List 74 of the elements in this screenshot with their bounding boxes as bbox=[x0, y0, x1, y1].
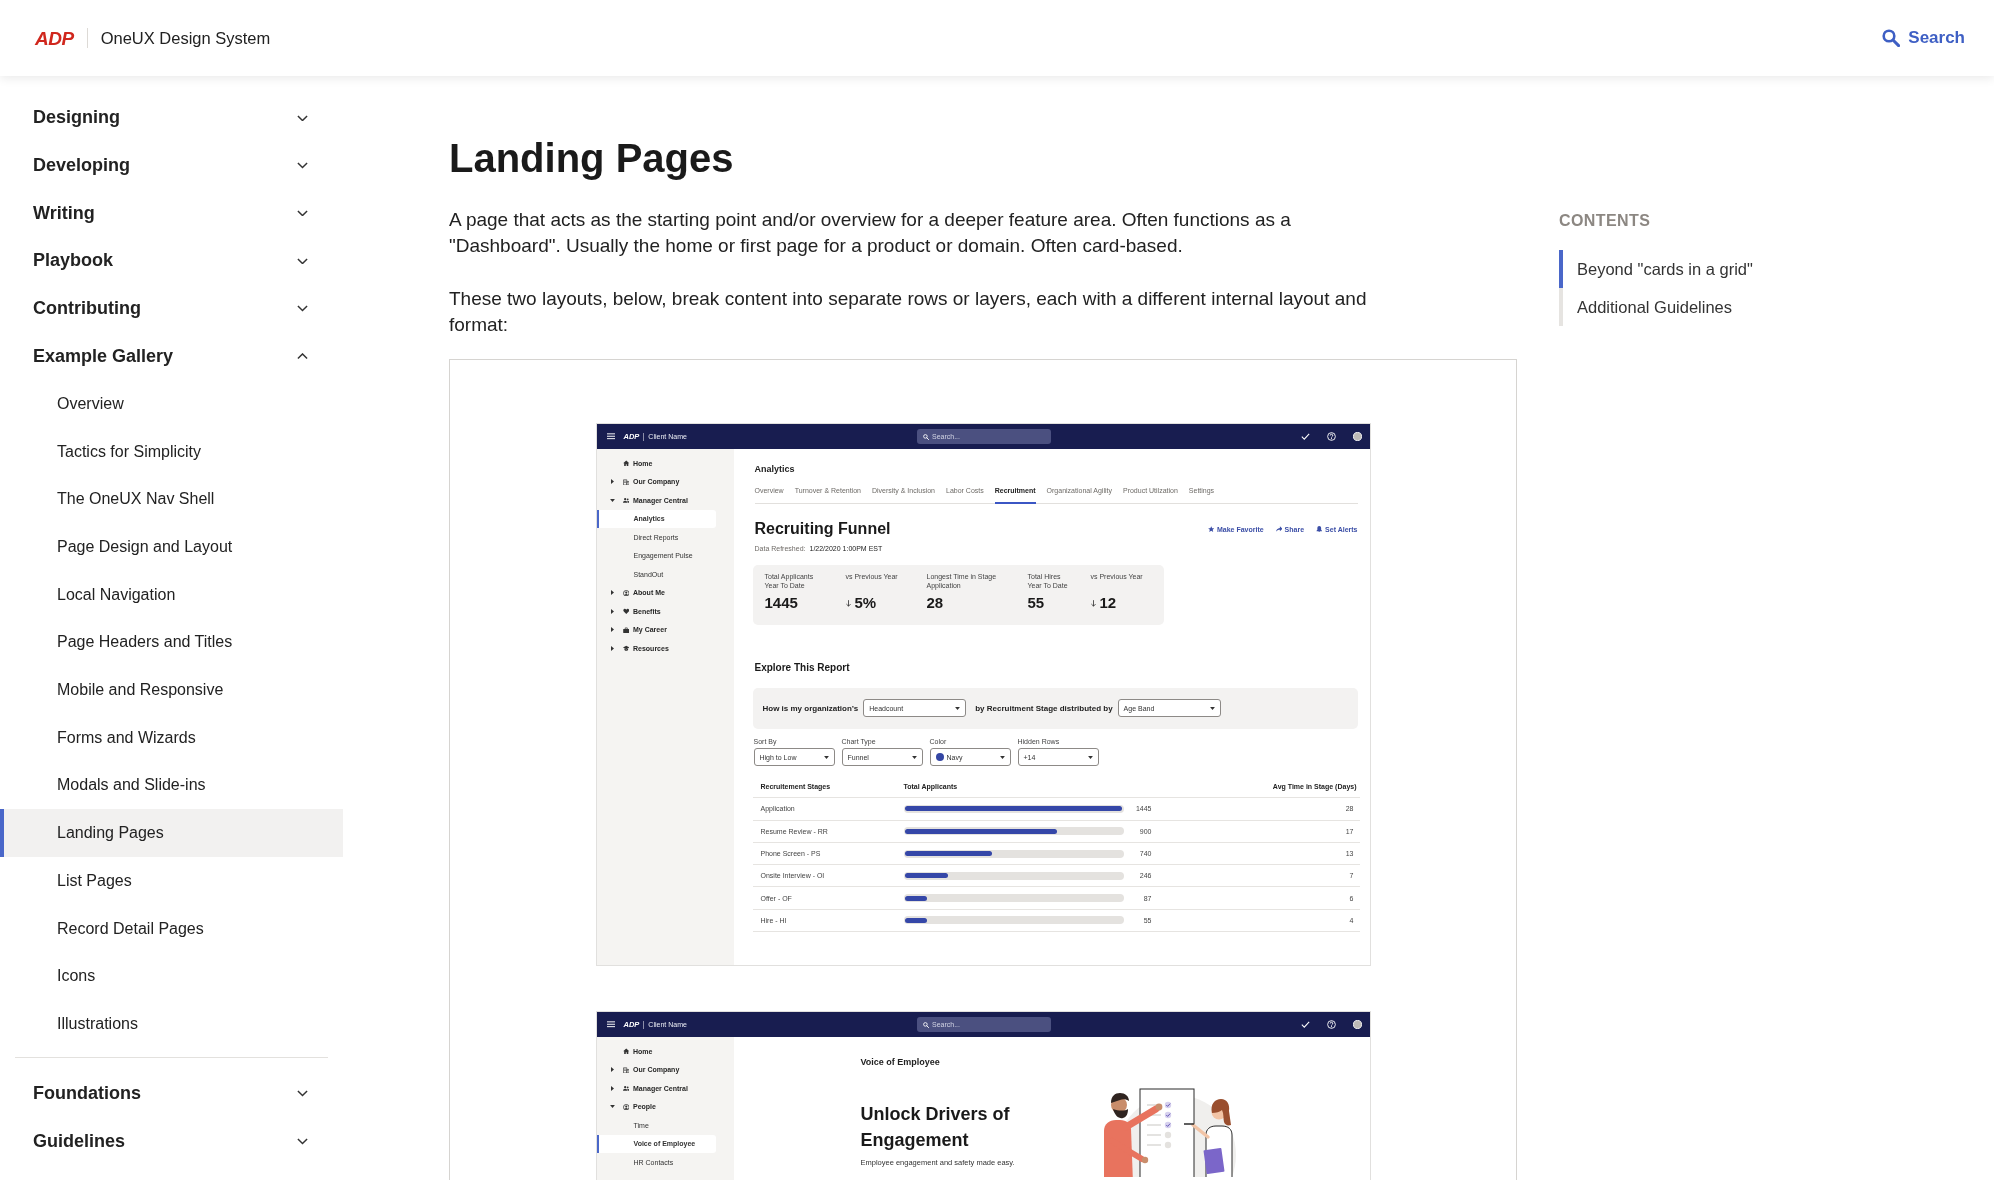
body-paragraph: A page that acts as the starting point and/or overview for a deeper feature area. Often functions as a "Dashboard". Usually the home or first page for a product or domain. Often card-based. bbox=[449, 208, 1292, 258]
question-text: by Recruitment Stage distributed by bbox=[975, 703, 1113, 713]
check-icon[interactable] bbox=[1300, 433, 1310, 440]
caret-down-icon bbox=[955, 706, 961, 710]
nav-section[interactable]: Contributing bbox=[0, 284, 343, 333]
check-icon[interactable] bbox=[1300, 1021, 1310, 1028]
nav-section[interactable]: Designing bbox=[0, 94, 343, 142]
toc-link[interactable]: Additional Guidelines bbox=[1559, 288, 1753, 326]
toc-link[interactable]: Beyond "cards in a grid" bbox=[1559, 250, 1753, 288]
report-title: Recruiting Funnel bbox=[754, 519, 891, 539]
user-circle-icon bbox=[622, 1103, 629, 1110]
kpi-value: 1445 bbox=[764, 594, 798, 612]
share-icon bbox=[1275, 525, 1283, 533]
caret-down-icon bbox=[1087, 755, 1093, 759]
kpi-value: 55 bbox=[1027, 594, 1045, 612]
briefcase-icon bbox=[622, 626, 629, 633]
heart-icon bbox=[622, 608, 629, 615]
section-title: Explore This Report bbox=[754, 661, 851, 674]
avatar-icon[interactable] bbox=[1352, 432, 1362, 441]
search-icon bbox=[1882, 29, 1901, 47]
search-button[interactable]: Search bbox=[1882, 28, 1965, 48]
nav-section[interactable]: Example Gallery bbox=[0, 332, 343, 381]
people-icon bbox=[622, 1085, 629, 1092]
caret-down-icon bbox=[999, 755, 1005, 759]
nav-item[interactable]: Page Design and Layout bbox=[0, 523, 343, 571]
kpi-value: 12 bbox=[1099, 594, 1117, 612]
house-icon bbox=[622, 1048, 629, 1055]
search-icon bbox=[923, 1021, 929, 1028]
nav-section[interactable]: Foundations bbox=[0, 1069, 343, 1118]
menu-icon[interactable] bbox=[606, 433, 615, 440]
nav-section[interactable]: Developing bbox=[0, 141, 343, 190]
site-title: OneUX Design System bbox=[100, 28, 271, 48]
menu-icon[interactable] bbox=[606, 1021, 615, 1028]
kpi-value: 5% bbox=[854, 594, 877, 612]
nav-item[interactable]: Overview bbox=[0, 380, 343, 428]
star-icon bbox=[1207, 525, 1215, 533]
help-icon[interactable] bbox=[1326, 1020, 1336, 1029]
user-circle-icon bbox=[622, 589, 629, 596]
nav-item[interactable]: Tactics for Simplicity bbox=[0, 427, 343, 476]
avatar-icon[interactable] bbox=[1352, 1020, 1362, 1029]
nav-item[interactable]: Icons bbox=[0, 952, 343, 1001]
kpi-value: 28 bbox=[926, 594, 944, 612]
nav-item[interactable]: Landing Pages bbox=[0, 809, 343, 857]
search-icon bbox=[923, 433, 929, 440]
nav-item[interactable]: Local Navigation bbox=[0, 570, 343, 619]
building-icon bbox=[622, 1066, 629, 1073]
nav-item[interactable]: Page Headers and Titles bbox=[0, 618, 343, 667]
nav-item[interactable]: List Pages bbox=[0, 857, 343, 905]
question-text: How is my organization’s bbox=[762, 703, 859, 713]
help-icon[interactable] bbox=[1326, 432, 1336, 441]
graduation-cap-icon bbox=[622, 645, 629, 652]
toc-heading: CONTENTS bbox=[1559, 211, 1652, 231]
nav-item[interactable]: Modals and Slide-ins bbox=[0, 761, 343, 810]
nav-item[interactable]: Illustrations bbox=[0, 1000, 343, 1048]
nav-section[interactable]: Playbook bbox=[0, 237, 343, 285]
app-page-title: Analytics bbox=[754, 463, 796, 475]
caret-down-icon bbox=[1209, 706, 1215, 710]
nav-item[interactable]: The OneUX Nav Shell bbox=[0, 475, 343, 524]
building-icon bbox=[622, 478, 629, 485]
nav-item[interactable]: Mobile and Responsive bbox=[0, 666, 343, 714]
bell-icon bbox=[1316, 525, 1323, 533]
hero-headline: Unlock Drivers of Engagement bbox=[860, 1102, 1011, 1152]
nav-section[interactable]: Writing bbox=[0, 189, 343, 238]
app-page-title: Voice of Employee bbox=[860, 1056, 941, 1068]
caret-down-icon bbox=[823, 755, 829, 759]
nav-item[interactable]: Forms and Wizards bbox=[0, 713, 343, 762]
logo[interactable]: ADP bbox=[35, 28, 74, 48]
nav-section[interactable]: Guidelines bbox=[0, 1117, 343, 1166]
house-icon bbox=[622, 460, 629, 467]
page-title: Landing Pages bbox=[449, 135, 735, 182]
people-icon bbox=[622, 497, 629, 504]
caret-down-icon bbox=[911, 755, 917, 759]
body-paragraph: These two layouts, below, break content into separate rows or layers, each with a different internal layout and format: bbox=[449, 287, 1368, 337]
nav-item[interactable]: Record Detail Pages bbox=[0, 904, 343, 953]
